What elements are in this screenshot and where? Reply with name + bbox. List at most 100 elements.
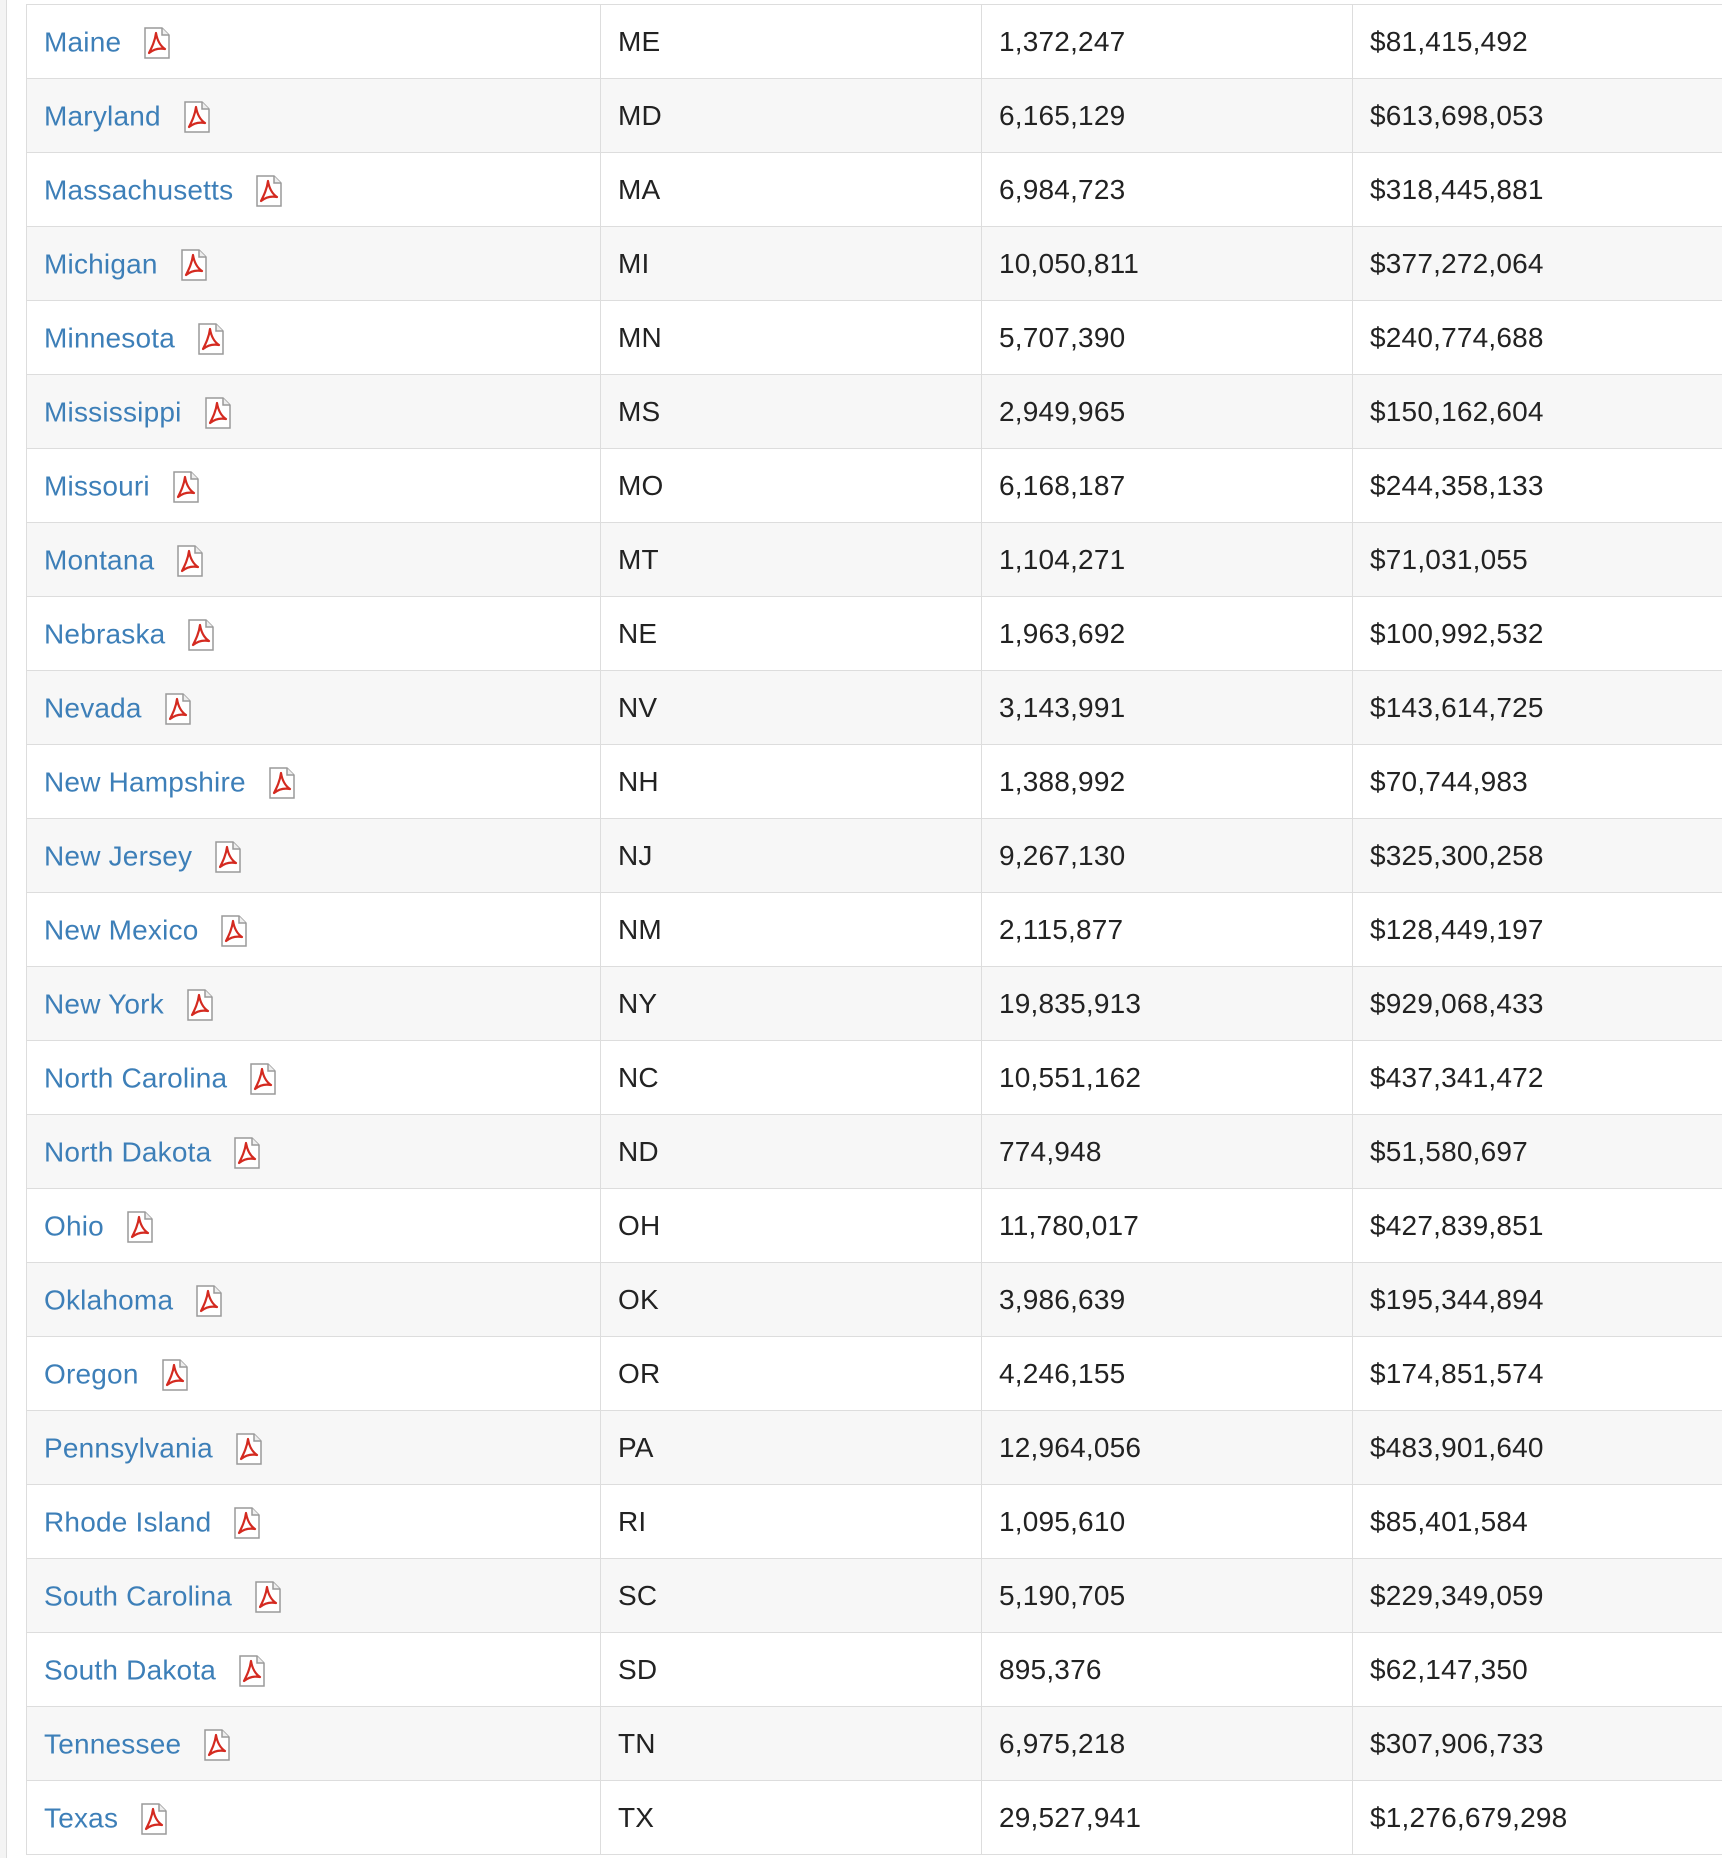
amount-cell: $929,068,433: [1352, 966, 1722, 1041]
state-cell: New Mexico: [26, 892, 601, 967]
state-link[interactable]: Texas: [44, 1802, 118, 1833]
pdf-icon[interactable]: [186, 989, 214, 1022]
pdf-icon[interactable]: [233, 1137, 261, 1170]
table-row: Nevada NV 3,143,991 $143,614,725: [26, 670, 1722, 745]
population-cell: 6,984,723: [981, 152, 1353, 227]
state-cell: Minnesota: [26, 300, 601, 375]
state-link[interactable]: Montana: [44, 544, 154, 575]
amount-cell: $62,147,350: [1352, 1632, 1722, 1707]
pdf-icon[interactable]: [203, 1729, 231, 1762]
population-cell: 4,246,155: [981, 1336, 1353, 1411]
population-cell: 11,780,017: [981, 1188, 1353, 1263]
table-row: Tennessee TN 6,975,218 $307,906,733: [26, 1706, 1722, 1781]
state-link[interactable]: South Carolina: [44, 1580, 232, 1611]
pdf-icon[interactable]: [164, 693, 192, 726]
state-link[interactable]: New Mexico: [44, 914, 198, 945]
pdf-icon[interactable]: [183, 101, 211, 134]
state-cell: Michigan: [26, 226, 601, 301]
pdf-icon[interactable]: [204, 397, 232, 430]
abbr-cell: MN: [600, 300, 982, 375]
state-link[interactable]: Massachusetts: [44, 174, 233, 205]
population-cell: 3,986,639: [981, 1262, 1353, 1337]
abbr-cell: NM: [600, 892, 982, 967]
pdf-icon[interactable]: [143, 27, 171, 60]
state-cell: Tennessee: [26, 1706, 601, 1781]
abbr-cell: NY: [600, 966, 982, 1041]
state-link[interactable]: Nevada: [44, 692, 142, 723]
population-cell: 2,949,965: [981, 374, 1353, 449]
pdf-icon[interactable]: [195, 1285, 223, 1318]
population-cell: 895,376: [981, 1632, 1353, 1707]
amount-cell: $85,401,584: [1352, 1484, 1722, 1559]
abbr-cell: MT: [600, 522, 982, 597]
amount-cell: $229,349,059: [1352, 1558, 1722, 1633]
table-row: Montana MT 1,104,271 $71,031,055: [26, 522, 1722, 597]
pdf-icon[interactable]: [187, 619, 215, 652]
pdf-icon[interactable]: [235, 1433, 263, 1466]
pdf-icon[interactable]: [161, 1359, 189, 1392]
state-link[interactable]: Mississippi: [44, 396, 182, 427]
amount-cell: $174,851,574: [1352, 1336, 1722, 1411]
pdf-icon[interactable]: [176, 545, 204, 578]
state-link[interactable]: Pennsylvania: [44, 1432, 213, 1463]
state-link[interactable]: New Jersey: [44, 840, 192, 871]
state-link[interactable]: Missouri: [44, 470, 150, 501]
state-link[interactable]: Tennessee: [44, 1728, 181, 1759]
left-rail: [0, 0, 7, 1858]
state-link[interactable]: North Dakota: [44, 1136, 211, 1167]
page: Maine ME 1,372,247 $81,415,492 Maryland: [0, 0, 1722, 1858]
table-row: Pennsylvania PA 12,964,056 $483,901,640: [26, 1410, 1722, 1485]
pdf-icon[interactable]: [180, 249, 208, 282]
pdf-icon[interactable]: [268, 767, 296, 800]
state-link[interactable]: North Carolina: [44, 1062, 227, 1093]
amount-cell: $483,901,640: [1352, 1410, 1722, 1485]
pdf-icon[interactable]: [255, 175, 283, 208]
amount-cell: $51,580,697: [1352, 1114, 1722, 1189]
population-cell: 6,975,218: [981, 1706, 1353, 1781]
pdf-icon[interactable]: [197, 323, 225, 356]
state-link[interactable]: Oregon: [44, 1358, 139, 1389]
abbr-cell: NJ: [600, 818, 982, 893]
population-cell: 9,267,130: [981, 818, 1353, 893]
state-cell: Pennsylvania: [26, 1410, 601, 1485]
amount-cell: $325,300,258: [1352, 818, 1722, 893]
pdf-icon[interactable]: [172, 471, 200, 504]
pdf-icon[interactable]: [126, 1211, 154, 1244]
pdf-icon[interactable]: [238, 1655, 266, 1688]
state-link[interactable]: Maryland: [44, 100, 161, 131]
state-cell: Oklahoma: [26, 1262, 601, 1337]
pdf-icon[interactable]: [249, 1063, 277, 1096]
state-cell: Maine: [26, 4, 601, 79]
pdf-icon[interactable]: [214, 841, 242, 874]
state-link[interactable]: Minnesota: [44, 322, 175, 353]
pdf-icon[interactable]: [254, 1581, 282, 1614]
population-cell: 10,551,162: [981, 1040, 1353, 1115]
state-link[interactable]: South Dakota: [44, 1654, 216, 1685]
state-link[interactable]: New Hampshire: [44, 766, 246, 797]
state-link[interactable]: Rhode Island: [44, 1506, 211, 1537]
amount-cell: $613,698,053: [1352, 78, 1722, 153]
pdf-icon[interactable]: [140, 1803, 168, 1836]
state-link[interactable]: Nebraska: [44, 618, 165, 649]
state-cell: Texas: [26, 1780, 601, 1855]
table-row: Oklahoma OK 3,986,639 $195,344,894: [26, 1262, 1722, 1337]
pdf-icon[interactable]: [233, 1507, 261, 1540]
state-link[interactable]: Michigan: [44, 248, 158, 279]
abbr-cell: OH: [600, 1188, 982, 1263]
population-cell: 1,963,692: [981, 596, 1353, 671]
table-row: Ohio OH 11,780,017 $427,839,851: [26, 1188, 1722, 1263]
state-link[interactable]: Ohio: [44, 1210, 104, 1241]
state-link[interactable]: New York: [44, 988, 164, 1019]
abbr-cell: MO: [600, 448, 982, 523]
state-link[interactable]: Maine: [44, 26, 121, 57]
population-cell: 10,050,811: [981, 226, 1353, 301]
state-cell: Massachusetts: [26, 152, 601, 227]
amount-cell: $244,358,133: [1352, 448, 1722, 523]
state-cell: New Hampshire: [26, 744, 601, 819]
amount-cell: $427,839,851: [1352, 1188, 1722, 1263]
amount-cell: $377,272,064: [1352, 226, 1722, 301]
state-link[interactable]: Oklahoma: [44, 1284, 173, 1315]
pdf-icon[interactable]: [220, 915, 248, 948]
state-cell: Montana: [26, 522, 601, 597]
state-cell: Missouri: [26, 448, 601, 523]
